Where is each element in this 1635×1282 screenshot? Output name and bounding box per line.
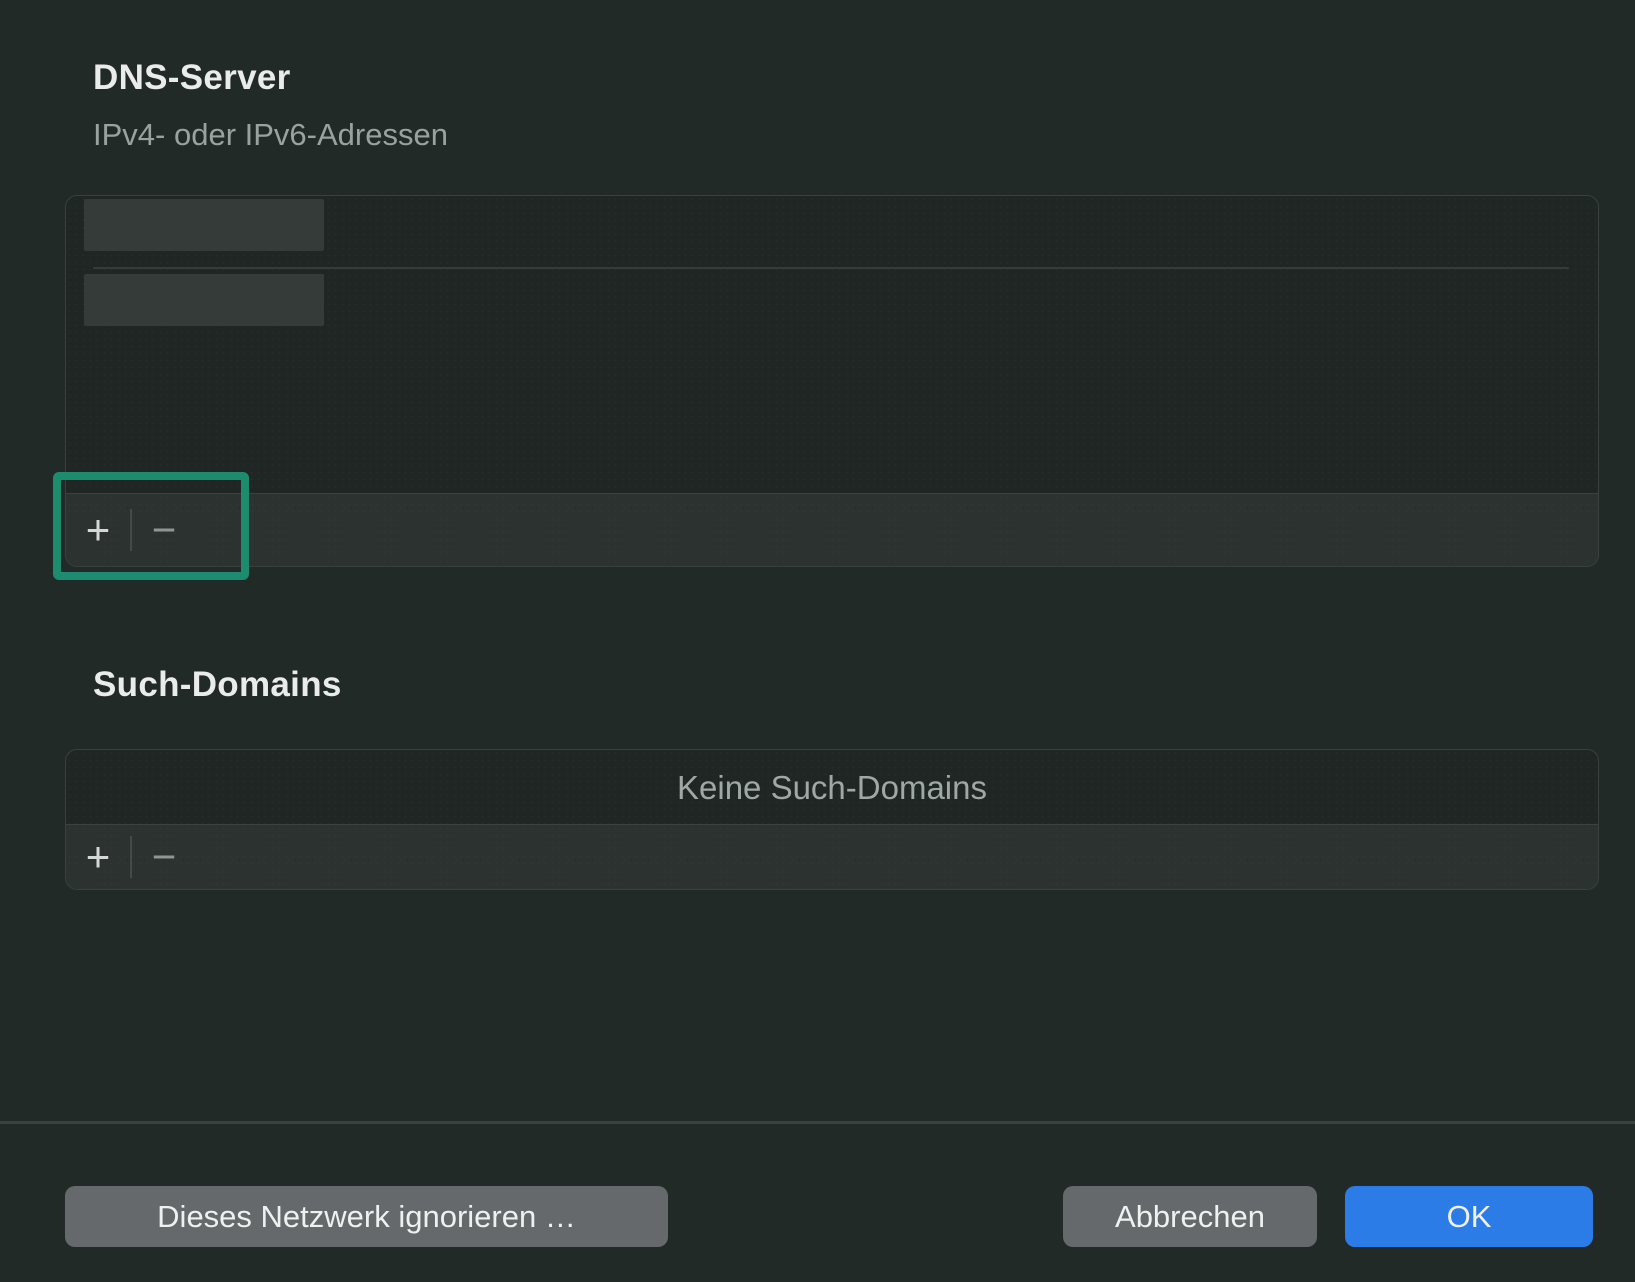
minus-icon: − (152, 506, 177, 554)
dns-server-subtitle: IPv4- oder IPv6-Adressen (93, 117, 448, 153)
dns-server-list: + − (65, 195, 1599, 567)
dns-server-entry-redacted[interactable] (84, 199, 324, 251)
dns-settings-pane: DNS-Server IPv4- oder IPv6-Adressen + − … (0, 0, 1635, 1282)
remove-search-domain-button[interactable]: − (132, 825, 196, 889)
dns-list-toolbar: + − (66, 493, 1598, 566)
cancel-button[interactable]: Abbrechen (1063, 1186, 1317, 1247)
row-separator (93, 267, 1569, 269)
search-domains-list: Keine Such-Domains + − (65, 749, 1599, 890)
minus-icon: − (152, 833, 177, 881)
ok-button[interactable]: OK (1345, 1186, 1593, 1247)
search-domains-heading: Such-Domains (93, 665, 342, 705)
add-dns-server-button[interactable]: + (66, 494, 130, 566)
dialog-footer-separator (0, 1121, 1635, 1124)
ignore-network-button[interactable]: Dieses Netzwerk ignorieren … (65, 1186, 668, 1247)
plus-icon: + (86, 506, 111, 554)
search-domains-toolbar: + − (66, 824, 1598, 889)
remove-dns-server-button[interactable]: − (132, 494, 196, 566)
plus-icon: + (86, 833, 111, 881)
dns-server-entry-redacted[interactable] (84, 274, 324, 326)
dns-server-heading: DNS-Server (93, 58, 291, 98)
empty-search-domains-label: Keine Such-Domains (66, 750, 1598, 826)
add-search-domain-button[interactable]: + (66, 825, 130, 889)
